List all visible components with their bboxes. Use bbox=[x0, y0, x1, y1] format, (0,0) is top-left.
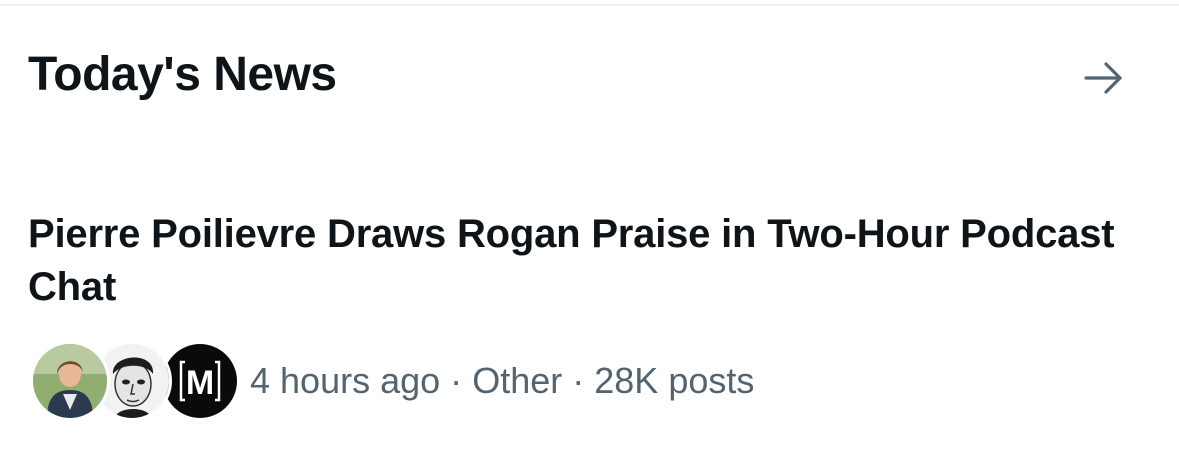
person-photo-icon bbox=[33, 344, 107, 418]
post-count: 28K posts bbox=[594, 360, 755, 401]
m-logo-avatar: M bbox=[160, 341, 240, 421]
section-title: Today's News bbox=[28, 48, 337, 101]
m-logo-letter: M bbox=[186, 364, 214, 402]
news-meta-row: M 4 hours ago · Other · 28K posts bbox=[30, 341, 1150, 423]
meta-separator: · bbox=[572, 360, 585, 401]
news-category: Other bbox=[472, 360, 563, 401]
time-ago: 4 hours ago bbox=[250, 360, 441, 401]
top-divider bbox=[0, 4, 1179, 6]
news-section-header: Today's News bbox=[28, 46, 1148, 108]
person-photo-avatar bbox=[30, 341, 110, 421]
news-headline-link[interactable]: Pierre Poilievre Draws Rogan Praise in T… bbox=[28, 208, 1128, 314]
news-meta-text: 4 hours ago · Other · 28K posts bbox=[250, 359, 754, 403]
arrow-right-icon bbox=[1084, 62, 1122, 94]
m-logo-icon: M bbox=[163, 344, 237, 418]
meta-separator: · bbox=[450, 360, 463, 401]
show-more-button[interactable] bbox=[1076, 50, 1132, 106]
